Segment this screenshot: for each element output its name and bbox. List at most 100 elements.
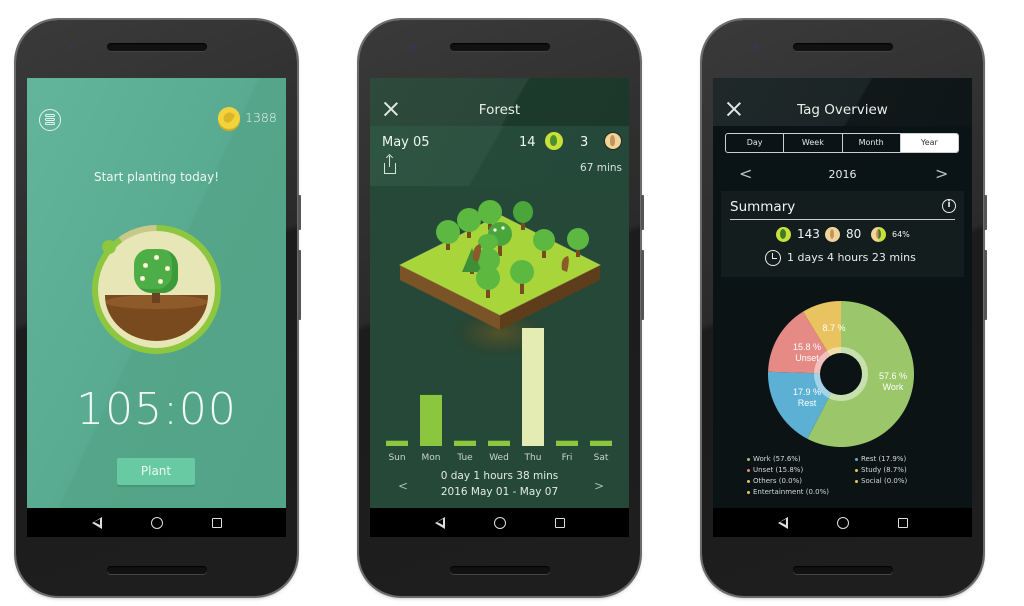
back-icon[interactable] <box>434 516 445 529</box>
donut-hole <box>820 353 862 395</box>
day-label-tue: Tue <box>457 453 473 463</box>
next-year-button[interactable]: > <box>935 164 948 183</box>
period-segmented-control: Day Week Month Year <box>725 133 959 153</box>
volume-button <box>298 250 301 320</box>
legend-item-work: Work (57.6%) <box>747 455 801 463</box>
legend-dot <box>747 468 750 472</box>
legend-dot <box>855 468 858 472</box>
tag-donut-chart: 57.6 % Work 17.9 % Rest 15.8 % Unset 8.7… <box>768 301 914 447</box>
bar-sun[interactable] <box>386 440 408 446</box>
next-week-button[interactable]: > <box>594 479 604 493</box>
success-rate: 64% <box>892 230 910 239</box>
bar-fri[interactable] <box>556 440 578 446</box>
bar-mon[interactable] <box>420 394 442 446</box>
day-label-wed: Wed <box>489 453 509 463</box>
bar-thu[interactable] <box>522 328 544 446</box>
info-icon[interactable]: i <box>942 199 956 213</box>
slice-label-work-pct: 57.6 % <box>879 371 907 381</box>
power-button <box>641 195 644 230</box>
withered-total: 80 <box>846 227 862 241</box>
page-title: Tag Overview <box>797 102 888 118</box>
focus-duration: 67 mins <box>580 162 622 174</box>
front-camera <box>68 45 73 50</box>
legend-dot <box>855 457 858 461</box>
bar-wed[interactable] <box>488 440 510 446</box>
withered-tree-icon <box>825 227 840 242</box>
selected-date: May 05 <box>382 135 430 150</box>
coin-count: 1388 <box>245 110 277 125</box>
plant-button[interactable]: Plant <box>117 458 195 485</box>
earpiece-speaker <box>106 43 207 51</box>
healthy-tree-icon <box>545 132 563 150</box>
phone-home: 1388 Start planting today! 105:00 Plant <box>16 20 301 596</box>
legend-dot <box>747 457 750 461</box>
legend-item-entertainment: Entertainment (0.0%) <box>747 488 829 496</box>
menu-icon[interactable] <box>39 109 61 131</box>
bottom-speaker <box>106 566 207 574</box>
earpiece-speaker <box>792 43 893 51</box>
power-button <box>984 195 987 230</box>
earpiece-speaker <box>449 43 550 51</box>
tab-day[interactable]: Day <box>726 134 785 152</box>
coin-icon <box>218 107 240 129</box>
summary-title: Summary <box>730 199 796 215</box>
prev-week-button[interactable]: < <box>398 479 408 493</box>
recents-icon[interactable] <box>554 517 565 528</box>
day-label-sun: Sun <box>388 453 406 463</box>
phone-forest: Forest May 05 14 3 67 mins Sun Mon Tue W… <box>359 20 644 596</box>
legend-item-study: Study (8.7%) <box>855 466 907 474</box>
legend-dot <box>855 479 858 483</box>
back-icon[interactable] <box>91 516 102 529</box>
android-nav-bar <box>27 508 286 537</box>
tab-week[interactable]: Week <box>784 134 843 152</box>
success-rate-icon <box>871 227 886 242</box>
start-prompt: Start planting today! <box>93 170 220 184</box>
power-button <box>298 195 301 230</box>
bar-sat[interactable] <box>590 440 612 446</box>
day-label-sat: Sat <box>593 453 609 463</box>
home-icon[interactable] <box>836 516 849 529</box>
summary-card: Summary i 143 80 64% 1 days 4 hours 23 m… <box>721 191 964 277</box>
healthy-total: 143 <box>797 227 820 241</box>
slice-label-rest-pct: 17.9 % <box>793 387 821 397</box>
withered-tree-count: 3 <box>580 135 589 150</box>
legend-dot <box>747 479 750 483</box>
tree-timer-ring[interactable] <box>92 225 221 354</box>
total-focus-time: 0 day 1 hours 38 mins <box>440 470 559 482</box>
page-title: Forest <box>478 102 521 118</box>
healthy-tree-icon <box>776 227 791 242</box>
clock-icon <box>765 250 781 266</box>
legend-item-unset: Unset (15.8%) <box>747 466 803 474</box>
home-screen: 1388 Start planting today! 105:00 Plant <box>27 78 286 537</box>
timer-drag-handle[interactable] <box>102 240 116 254</box>
weekly-bar-chart <box>386 328 612 446</box>
tag-overview-screen: Tag Overview Day Week Month Year < 2016 … <box>713 78 972 537</box>
legend-dot <box>747 490 750 494</box>
recents-icon[interactable] <box>897 517 908 528</box>
home-icon[interactable] <box>493 516 506 529</box>
volume-button <box>641 250 644 320</box>
home-icon[interactable] <box>150 516 163 529</box>
slice-label-unset: Unset <box>795 353 819 363</box>
timer-display: 105:00 <box>76 384 237 435</box>
share-icon[interactable] <box>384 156 396 174</box>
front-camera <box>411 45 416 50</box>
android-nav-bar <box>713 508 972 537</box>
legend-item-others: Others (0.0%) <box>747 477 802 485</box>
phone-tag-overview: Tag Overview Day Week Month Year < 2016 … <box>702 20 987 596</box>
android-nav-bar <box>370 508 629 537</box>
legend-item-rest: Rest (17.9%) <box>855 455 906 463</box>
bottom-speaker <box>449 566 550 574</box>
bottom-speaker <box>792 566 893 574</box>
slice-label-study-pct: 8.7 % <box>822 323 845 333</box>
healthy-tree-count: 14 <box>519 135 536 150</box>
legend-item-social: Social (0.0%) <box>855 477 907 485</box>
tab-month[interactable]: Month <box>843 134 901 152</box>
recents-icon[interactable] <box>211 517 222 528</box>
slice-label-unset-pct: 15.8 % <box>793 342 821 352</box>
tab-year[interactable]: Year <box>900 134 958 152</box>
back-icon[interactable] <box>777 516 788 529</box>
bar-tue[interactable] <box>454 440 476 446</box>
volume-button <box>984 250 987 320</box>
date-range: 2016 May 01 - May 07 <box>440 486 559 498</box>
